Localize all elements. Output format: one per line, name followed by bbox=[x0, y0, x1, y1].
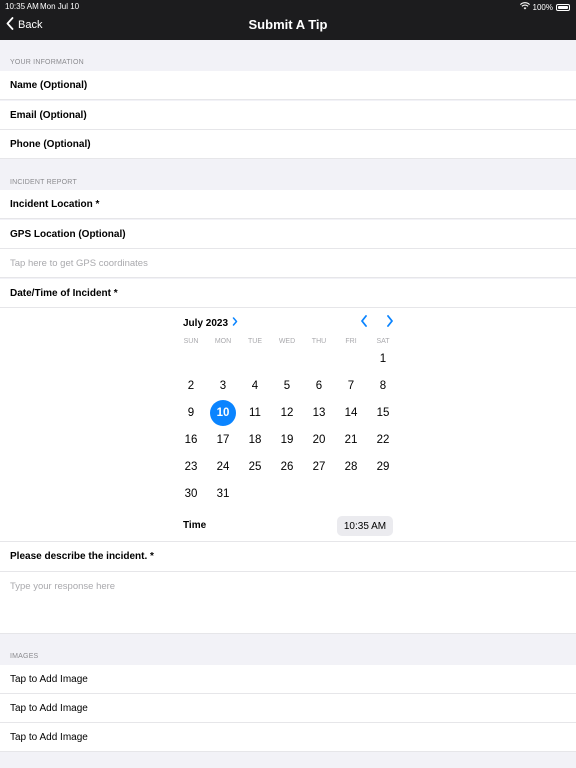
calendar-day[interactable]: 2 bbox=[178, 373, 204, 399]
weekday-0: SUN bbox=[183, 338, 199, 345]
incident-location-field[interactable]: Incident Location * bbox=[0, 190, 576, 219]
calendar-day[interactable]: 20 bbox=[306, 427, 332, 453]
previous-month-button[interactable] bbox=[356, 315, 372, 331]
calendar-day[interactable]: 18 bbox=[242, 427, 268, 453]
weekday-5: FRI bbox=[345, 338, 357, 345]
calendar-day[interactable]: 7 bbox=[338, 373, 364, 399]
calendar-day[interactable]: 13 bbox=[306, 400, 332, 426]
month-year-selector[interactable]: July 2023 bbox=[183, 317, 238, 329]
calendar-day-selected[interactable]: 10 bbox=[210, 400, 236, 426]
calendar-day[interactable]: 8 bbox=[370, 373, 396, 399]
calendar-day[interactable]: 16 bbox=[178, 427, 204, 453]
calendar-day[interactable]: 27 bbox=[306, 454, 332, 480]
time-label: Time bbox=[183, 520, 207, 531]
weekday-6: SAT bbox=[376, 338, 390, 345]
wifi-icon bbox=[519, 2, 530, 12]
battery-icon bbox=[556, 3, 570, 11]
calendar-day[interactable]: 24 bbox=[210, 454, 236, 480]
datetime-label: Date/Time of Incident * bbox=[0, 279, 576, 308]
calendar-day[interactable]: 12 bbox=[274, 400, 300, 426]
calendar-day[interactable]: 5 bbox=[274, 373, 300, 399]
calendar-day[interactable]: 31 bbox=[210, 481, 236, 507]
calendar-day[interactable]: 17 bbox=[210, 427, 236, 453]
section-header-your-information: YOUR INFORMATION bbox=[10, 59, 84, 66]
calendar-day[interactable]: 28 bbox=[338, 454, 364, 480]
gps-coordinates-button[interactable]: Tap here to get GPS coordinates bbox=[0, 249, 576, 278]
gps-location-label: GPS Location (Optional) bbox=[0, 220, 576, 249]
status-time: 10:35 AM bbox=[5, 2, 39, 11]
calendar-day[interactable]: 6 bbox=[306, 373, 332, 399]
section-header-images: IMAGES bbox=[10, 653, 39, 660]
month-label: July 2023 bbox=[183, 317, 229, 329]
chevron-left-icon bbox=[360, 314, 368, 332]
weekday-2: TUE bbox=[248, 338, 262, 345]
calendar-day[interactable]: 26 bbox=[274, 454, 300, 480]
description-textarea[interactable]: Type your response here bbox=[0, 572, 576, 634]
calendar-day[interactable]: 19 bbox=[274, 427, 300, 453]
add-image-button-3[interactable]: Tap to Add Image bbox=[0, 723, 576, 752]
next-month-button[interactable] bbox=[382, 315, 398, 331]
calendar-day[interactable]: 21 bbox=[338, 427, 364, 453]
calendar-day[interactable]: 29 bbox=[370, 454, 396, 480]
weekday-3: WED bbox=[278, 338, 296, 345]
email-field[interactable]: Email (Optional) bbox=[0, 101, 576, 130]
phone-field[interactable]: Phone (Optional) bbox=[0, 130, 576, 159]
status-indicators: 100% bbox=[519, 2, 570, 12]
status-date: Mon Jul 10 bbox=[40, 2, 80, 11]
time-picker-button[interactable]: 10:35 AM bbox=[337, 516, 393, 536]
calendar-day[interactable]: 11 bbox=[242, 400, 268, 426]
description-label: Please describe the incident. * bbox=[0, 542, 576, 572]
calendar-day[interactable]: 30 bbox=[178, 481, 204, 507]
calendar-day[interactable]: 9 bbox=[178, 400, 204, 426]
navigation-bar: 10:35 AM Mon Jul 10 100% Back Submit A T… bbox=[0, 0, 576, 40]
page-title: Submit A Tip bbox=[248, 17, 328, 32]
weekday-4: THU bbox=[311, 338, 327, 345]
calendar-day[interactable]: 1 bbox=[370, 346, 396, 372]
calendar-day[interactable]: 3 bbox=[210, 373, 236, 399]
add-image-button-1[interactable]: Tap to Add Image bbox=[0, 665, 576, 694]
date-picker: July 2023 SUN MON TUE WED THU FRI SAT 12345678… bbox=[0, 308, 576, 542]
chevron-right-icon bbox=[386, 314, 394, 332]
calendar-day[interactable]: 14 bbox=[338, 400, 364, 426]
section-header-incident-report: INCIDENT REPORT bbox=[10, 179, 77, 186]
chevron-right-small-icon bbox=[232, 317, 238, 329]
add-image-button-2[interactable]: Tap to Add Image bbox=[0, 694, 576, 723]
calendar-day[interactable]: 15 bbox=[370, 400, 396, 426]
weekday-1: MON bbox=[214, 338, 232, 345]
name-field[interactable]: Name (Optional) bbox=[0, 71, 576, 100]
battery-percent: 100% bbox=[532, 2, 553, 12]
calendar-day[interactable]: 25 bbox=[242, 454, 268, 480]
calendar-day[interactable]: 23 bbox=[178, 454, 204, 480]
calendar-day[interactable]: 4 bbox=[242, 373, 268, 399]
calendar-day[interactable]: 22 bbox=[370, 427, 396, 453]
